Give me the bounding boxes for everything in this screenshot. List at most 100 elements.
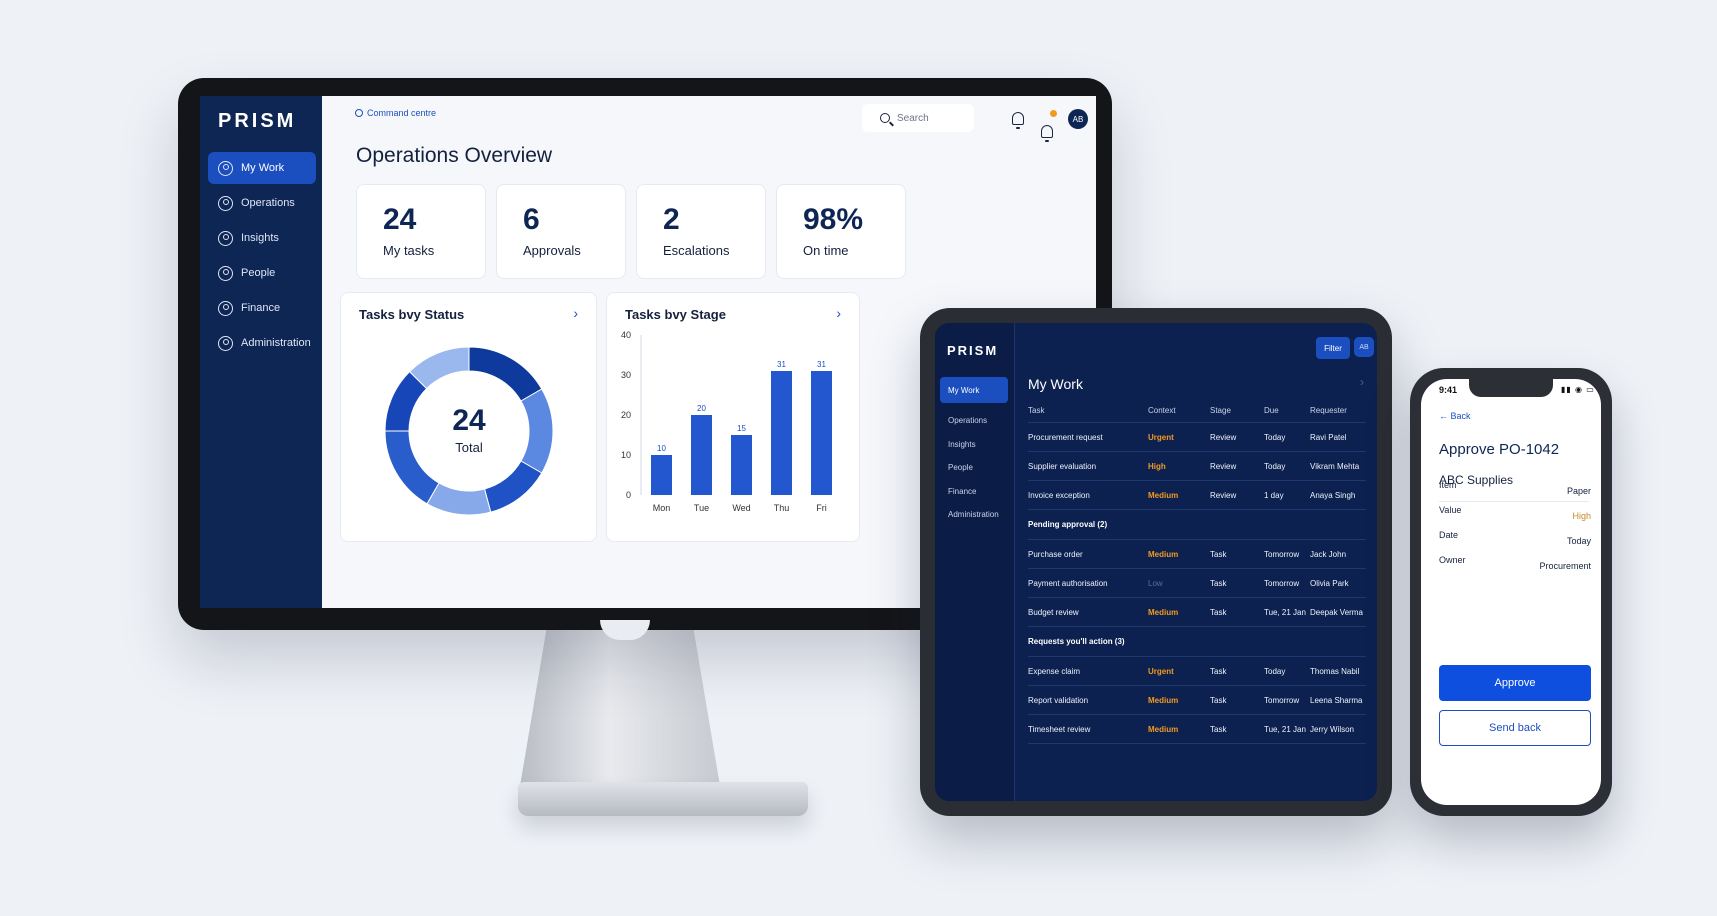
bar[interactable] bbox=[731, 435, 752, 495]
y-tick-label: 20 bbox=[621, 410, 631, 420]
stage-cell: Review bbox=[1210, 461, 1237, 471]
table-row[interactable]: Purchase order Medium Task Tomorrow Jack Joh… bbox=[1028, 540, 1366, 569]
breadcrumb[interactable]: Command centre bbox=[355, 108, 436, 118]
stage-cell: Review bbox=[1210, 490, 1237, 500]
requester-cell: Anaya Singh bbox=[1310, 490, 1356, 500]
tablet-logo: PRISM bbox=[947, 343, 999, 358]
kpi-card-my-tasks[interactable]: 24 My tasks bbox=[356, 184, 486, 279]
requester-cell: Leena Sharma bbox=[1310, 695, 1363, 705]
kpi-card-on-time[interactable]: 98% On time bbox=[776, 184, 906, 279]
task-name: Report validation bbox=[1028, 695, 1089, 705]
approve-button[interactable]: Approve bbox=[1439, 665, 1591, 701]
bell-icon[interactable] bbox=[1012, 112, 1024, 129]
due-cell: Tomorrow bbox=[1264, 695, 1300, 705]
stage-cell: Task bbox=[1210, 695, 1227, 705]
due-cell: Today bbox=[1264, 432, 1286, 442]
due-cell: Tue, 21 Jan bbox=[1264, 724, 1306, 734]
bar-value-label: 15 bbox=[737, 424, 746, 433]
detail-row: Owner Procurement bbox=[1439, 555, 1591, 571]
tablet-nav-item-people[interactable]: People bbox=[940, 456, 1008, 480]
chevron-right-icon[interactable]: › bbox=[1360, 375, 1364, 389]
donut-segment[interactable] bbox=[520, 388, 554, 474]
requester-cell: Thomas Nabil bbox=[1310, 666, 1360, 676]
priority-badge: Urgent bbox=[1148, 432, 1174, 442]
detail-row: Value High bbox=[1439, 505, 1591, 521]
detail-value: Today bbox=[1566, 536, 1591, 546]
tablet-nav-item-finance[interactable]: Finance bbox=[940, 480, 1008, 504]
sidebar-item-finance[interactable]: Finance bbox=[208, 292, 316, 324]
desktop-sidebar: PRISM My Work Operations Insights People Fin… bbox=[200, 96, 322, 608]
kpi-value: 2 bbox=[663, 203, 680, 236]
sidebar-item-administration[interactable]: Administration bbox=[208, 327, 316, 359]
y-tick-label: 0 bbox=[626, 490, 631, 500]
table-row[interactable]: Supplier evaluation High Review Today Vikram… bbox=[1028, 452, 1366, 481]
table-row[interactable]: Budget review Medium Task Tue, 21 Jan Deepak… bbox=[1028, 598, 1366, 627]
bar[interactable] bbox=[691, 415, 712, 495]
priority-badge: Low bbox=[1148, 578, 1163, 588]
avatar[interactable]: AB bbox=[1354, 337, 1374, 357]
priority-badge: High bbox=[1148, 461, 1166, 471]
priority-badge: Medium bbox=[1148, 549, 1179, 559]
tablet-nav-item-my-work[interactable]: My Work bbox=[940, 377, 1008, 403]
tasks-by-stage-panel: Tasks bvy Stage › 0 10 20 30 40 10 Mon 20 Tue 15 W… bbox=[606, 292, 860, 542]
bar[interactable] bbox=[651, 455, 672, 495]
tablet-nav-item-administration[interactable]: Administration bbox=[940, 503, 1008, 527]
sidebar-item-my-work[interactable]: My Work bbox=[208, 152, 316, 184]
bar[interactable] bbox=[771, 371, 792, 495]
sidebar-item-people[interactable]: People bbox=[208, 257, 316, 289]
notifications-icon[interactable] bbox=[1041, 125, 1053, 142]
table-row[interactable]: Payment authorisation Low Task Tomorrow Oliv… bbox=[1028, 569, 1366, 598]
chevron-right-icon[interactable]: › bbox=[573, 305, 578, 321]
notification-badge bbox=[1050, 110, 1057, 117]
table-row[interactable]: Expense claim Urgent Task Today Thomas Nabil bbox=[1028, 657, 1366, 686]
task-name: Expense claim bbox=[1028, 666, 1081, 676]
avatar[interactable]: AB bbox=[1068, 109, 1088, 129]
sidebar-item-label: Finance bbox=[241, 302, 281, 314]
column-header: Task bbox=[1028, 406, 1045, 415]
table-row[interactable]: Invoice exception Medium Review 1 day Anaya … bbox=[1028, 481, 1366, 510]
kpi-value: 24 bbox=[383, 203, 417, 236]
donut-segment[interactable] bbox=[384, 430, 440, 505]
bar-chart: 0 10 20 30 40 10 Mon 20 Tue 15 Wed 31 Thu 31 Fri bbox=[621, 330, 832, 513]
task-name: Purchase order bbox=[1028, 549, 1083, 559]
task-name: Invoice exception bbox=[1028, 490, 1090, 500]
detail-value: Procurement bbox=[1539, 561, 1591, 571]
column-header: Requester bbox=[1310, 406, 1347, 415]
search-input[interactable]: Search bbox=[862, 104, 974, 132]
tablet-nav-item-insights[interactable]: Insights bbox=[940, 433, 1008, 457]
task-name: Timesheet review bbox=[1028, 724, 1091, 734]
due-cell: Tue, 21 Jan bbox=[1264, 607, 1306, 617]
table-row[interactable]: Timesheet review Medium Task Tue, 21 Jan Jer… bbox=[1028, 715, 1366, 744]
requester-cell: Deepak Verma bbox=[1310, 607, 1363, 617]
kpi-card-escalations[interactable]: 2 Escalations bbox=[636, 184, 766, 279]
detail-label: Value bbox=[1439, 505, 1462, 515]
kpi-card-approvals[interactable]: 6 Approvals bbox=[496, 184, 626, 279]
donut-center-value: 24 bbox=[452, 404, 486, 437]
x-tick-label: Mon bbox=[653, 503, 671, 513]
filter-button[interactable]: Filter bbox=[1316, 337, 1350, 359]
tablet-nav-item-operations[interactable]: Operations bbox=[940, 409, 1008, 433]
kpi-label: Escalations bbox=[663, 243, 730, 258]
donut-segment[interactable] bbox=[483, 460, 543, 513]
table-row[interactable]: Report validation Medium Task Tomorrow Leena… bbox=[1028, 686, 1366, 715]
chevron-right-icon[interactable]: › bbox=[836, 305, 841, 321]
kpi-value: 98% bbox=[803, 203, 864, 236]
sidebar-item-insights[interactable]: Insights bbox=[208, 222, 316, 254]
column-header: Due bbox=[1264, 406, 1279, 415]
work-table: Task Context Stage Due Requester Procurement … bbox=[1028, 399, 1366, 744]
stage-cell: Task bbox=[1210, 724, 1227, 734]
table-row[interactable]: Procurement request Urgent Review Today Ravi… bbox=[1028, 423, 1366, 452]
detail-value: High bbox=[1572, 511, 1591, 521]
send-back-button[interactable]: Send back bbox=[1439, 710, 1591, 746]
x-tick-label: Thu bbox=[774, 503, 790, 513]
table-section-header: Pending approval (2) bbox=[1028, 510, 1366, 540]
donut-segment[interactable] bbox=[468, 346, 543, 402]
page-title: Operations Overview bbox=[356, 144, 553, 167]
sidebar-item-label: Operations bbox=[241, 197, 295, 209]
detail-label: Item bbox=[1439, 480, 1457, 490]
y-tick-label: 40 bbox=[621, 330, 631, 340]
bar[interactable] bbox=[811, 371, 832, 495]
due-cell: Tomorrow bbox=[1264, 549, 1300, 559]
sidebar-item-operations[interactable]: Operations bbox=[208, 187, 316, 219]
desktop-logo: PRISM bbox=[218, 110, 297, 132]
